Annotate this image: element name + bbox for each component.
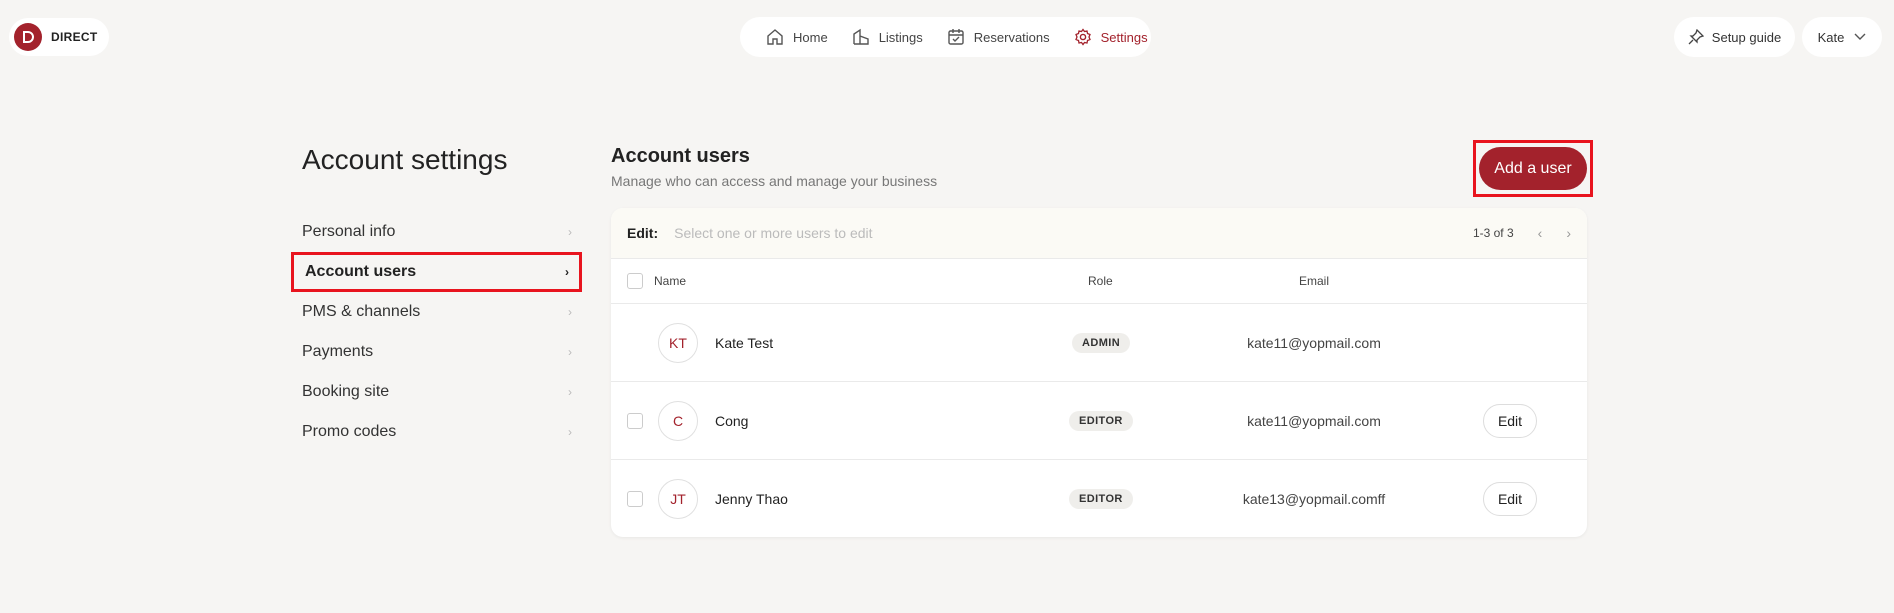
table-header: Name Role Email — [611, 259, 1587, 304]
brand-name: DIRECT — [51, 30, 98, 44]
role-badge: EDITOR — [1069, 410, 1133, 431]
chevron-left-icon[interactable]: ‹ — [1538, 225, 1543, 241]
setup-guide-label: Setup guide — [1711, 29, 1782, 45]
column-header-email: Email — [1299, 274, 1330, 288]
user-email: kate13@yopmail.comff — [1242, 491, 1386, 507]
home-icon — [767, 29, 783, 45]
top-nav: Home Listings Reservations Settings — [740, 17, 1151, 57]
sidebar-item-pms-channels[interactable]: PMS & channels › — [291, 292, 582, 332]
nav-settings[interactable]: Settings — [1062, 17, 1160, 57]
logo-mark-icon — [14, 23, 42, 51]
user-name: Kate Test — [715, 334, 774, 351]
sidebar-item-label: PMS & channels — [302, 303, 421, 320]
setup-guide-button[interactable]: Setup guide — [1674, 17, 1795, 57]
row-checkbox[interactable] — [627, 412, 643, 429]
table-row[interactable]: KT Kate Test ADMIN kate11@yopmail.com — [611, 304, 1587, 382]
users-table-card: Edit: Select one or more users to edit 1… — [611, 208, 1587, 537]
section-title: Account users — [611, 145, 750, 167]
chevron-right-icon: › — [565, 265, 569, 279]
chevron-right-icon: › — [568, 425, 572, 439]
bulk-edit-label: Edit: — [627, 225, 659, 241]
column-header-name: Name — [654, 274, 687, 288]
chevron-down-icon — [1854, 33, 1866, 40]
nav-reservations-label: Reservations — [973, 29, 1050, 45]
sidebar-item-promo-codes[interactable]: Promo codes › — [291, 412, 582, 452]
sidebar-item-label: Personal info — [302, 223, 396, 240]
sidebar-item-label: Booking site — [302, 383, 390, 400]
user-email: kate11@yopmail.com — [1247, 334, 1381, 351]
nav-home-label: Home — [793, 29, 828, 45]
nav-home[interactable]: Home — [754, 17, 840, 57]
nav-reservations[interactable]: Reservations — [935, 17, 1062, 57]
pin-icon — [1688, 29, 1704, 45]
avatar: KT — [658, 322, 698, 363]
user-email: kate11@yopmail.com — [1247, 412, 1381, 429]
pagination: 1-3 of 3 ‹ › — [1473, 225, 1571, 241]
role-badge: EDITOR — [1069, 489, 1133, 509]
sidebar-item-label: Account users — [305, 263, 417, 280]
column-header-role: Role — [1088, 274, 1113, 288]
sidebar-item-personal-info[interactable]: Personal info › — [291, 212, 582, 252]
table-row[interactable]: C Cong EDITOR kate11@yopmail.com Edit — [611, 382, 1587, 460]
sidebar-item-label: Payments — [302, 343, 374, 360]
sidebar-item-payments[interactable]: Payments › — [291, 332, 582, 372]
edit-user-button[interactable]: Edit — [1483, 403, 1537, 438]
chevron-right-icon: › — [568, 345, 572, 359]
sidebar-item-booking-site[interactable]: Booking site › — [291, 372, 582, 412]
pagination-count: 1-3 of 3 — [1472, 226, 1514, 240]
bulk-edit-placeholder: Select one or more users to edit — [674, 225, 873, 241]
settings-sidebar: Personal info › Account users › PMS & ch… — [291, 212, 582, 452]
bulk-edit-bar: Edit: Select one or more users to edit 1… — [611, 208, 1587, 259]
chevron-right-icon[interactable]: › — [1566, 225, 1571, 241]
brand-logo[interactable]: DIRECT — [9, 18, 110, 56]
row-checkbox[interactable] — [627, 491, 643, 507]
chevron-right-icon: › — [568, 385, 572, 399]
user-name: Jenny Thao — [715, 491, 788, 507]
add-user-button[interactable]: Add a user — [1479, 147, 1587, 190]
edit-user-button[interactable]: Edit — [1483, 482, 1537, 516]
avatar: C — [658, 400, 698, 441]
nav-listings-label: Listings — [878, 29, 923, 45]
user-name: Cong — [715, 412, 749, 429]
nav-settings-label: Settings — [1100, 29, 1148, 45]
nav-listings[interactable]: Listings — [840, 17, 935, 57]
role-badge: ADMIN — [1072, 332, 1131, 353]
calendar-icon — [948, 29, 964, 45]
table-row[interactable]: JT Jenny Thao EDITOR kate13@yopmail.comf… — [611, 460, 1587, 537]
select-all-checkbox[interactable] — [627, 273, 643, 289]
section-subtitle: Manage who can access and manage your bu… — [611, 173, 938, 189]
chevron-right-icon: › — [568, 305, 572, 319]
user-name: Kate — [1817, 29, 1845, 45]
page-title: Account settings — [302, 144, 508, 175]
avatar: JT — [658, 479, 698, 519]
sidebar-item-account-users[interactable]: Account users › — [291, 252, 582, 292]
sidebar-item-label: Promo codes — [302, 423, 397, 440]
add-user-highlight: Add a user — [1473, 140, 1593, 197]
user-menu-button[interactable]: Kate — [1802, 17, 1882, 57]
listings-icon — [852, 28, 869, 45]
gear-icon — [1074, 28, 1091, 46]
chevron-right-icon: › — [568, 225, 572, 239]
